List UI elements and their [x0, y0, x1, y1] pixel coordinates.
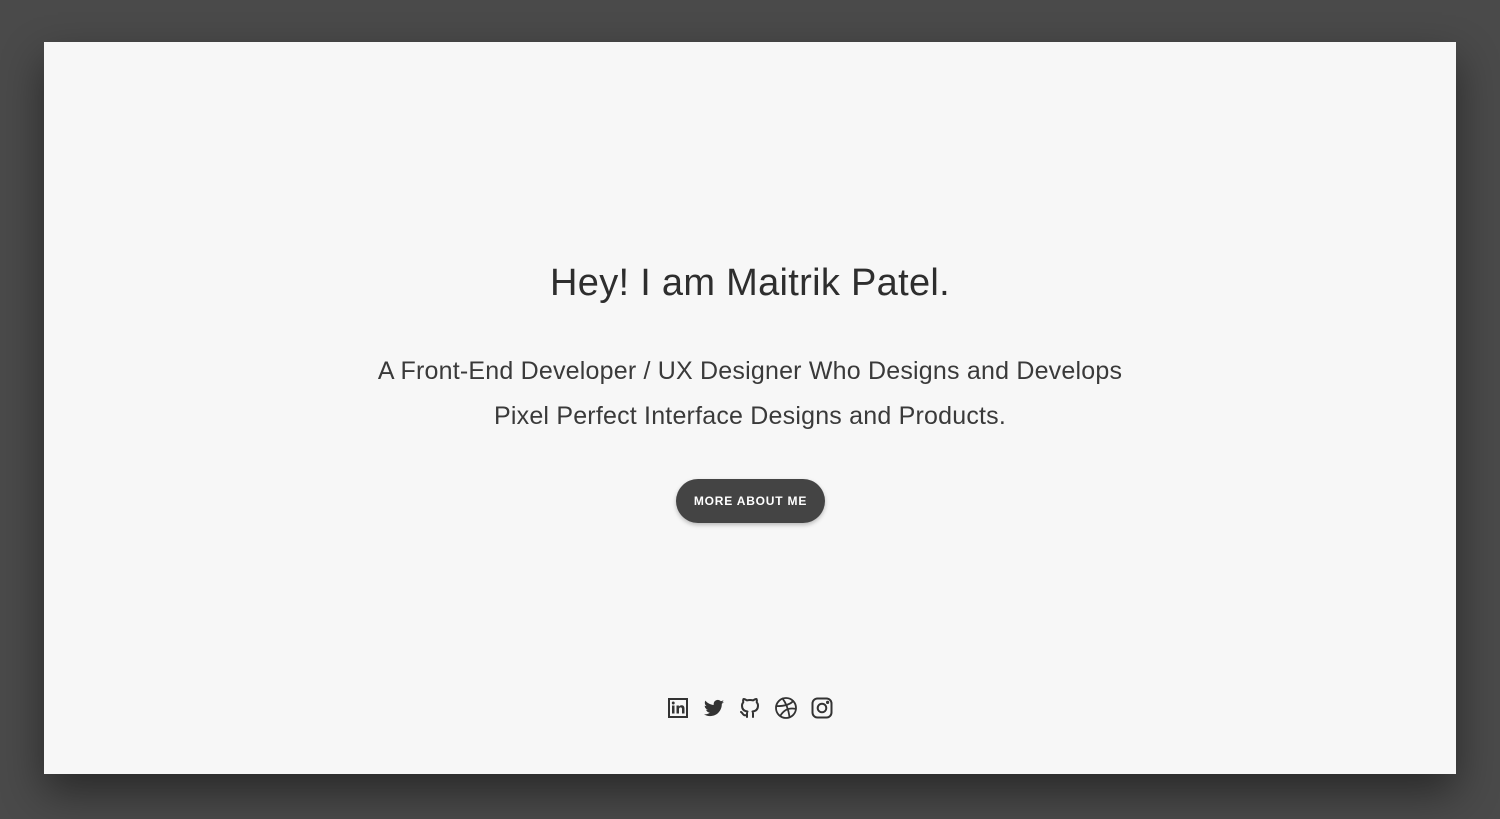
hero-title: Hey! I am Maitrik Patel.	[550, 262, 950, 304]
github-icon[interactable]	[738, 696, 762, 720]
linkedin-icon[interactable]	[666, 696, 690, 720]
twitter-icon[interactable]	[702, 696, 726, 720]
hero-subtitle-line-1: A Front-End Developer / UX Designer Who …	[377, 357, 1123, 385]
hero-subtitle-line-2: Pixel Perfect Interface Designs and Prod…	[493, 402, 1007, 430]
more-about-me-button[interactable]: MORE ABOUT ME	[676, 479, 825, 523]
instagram-icon[interactable]	[810, 696, 834, 720]
page-frame: Hey! I am Maitrik Patel. A Front-End Dev…	[44, 42, 1456, 774]
hero-subtitle: A Front-End Developer / UX Designer Who …	[44, 349, 1456, 439]
social-links	[44, 696, 1456, 720]
dribbble-icon[interactable]	[774, 696, 798, 720]
